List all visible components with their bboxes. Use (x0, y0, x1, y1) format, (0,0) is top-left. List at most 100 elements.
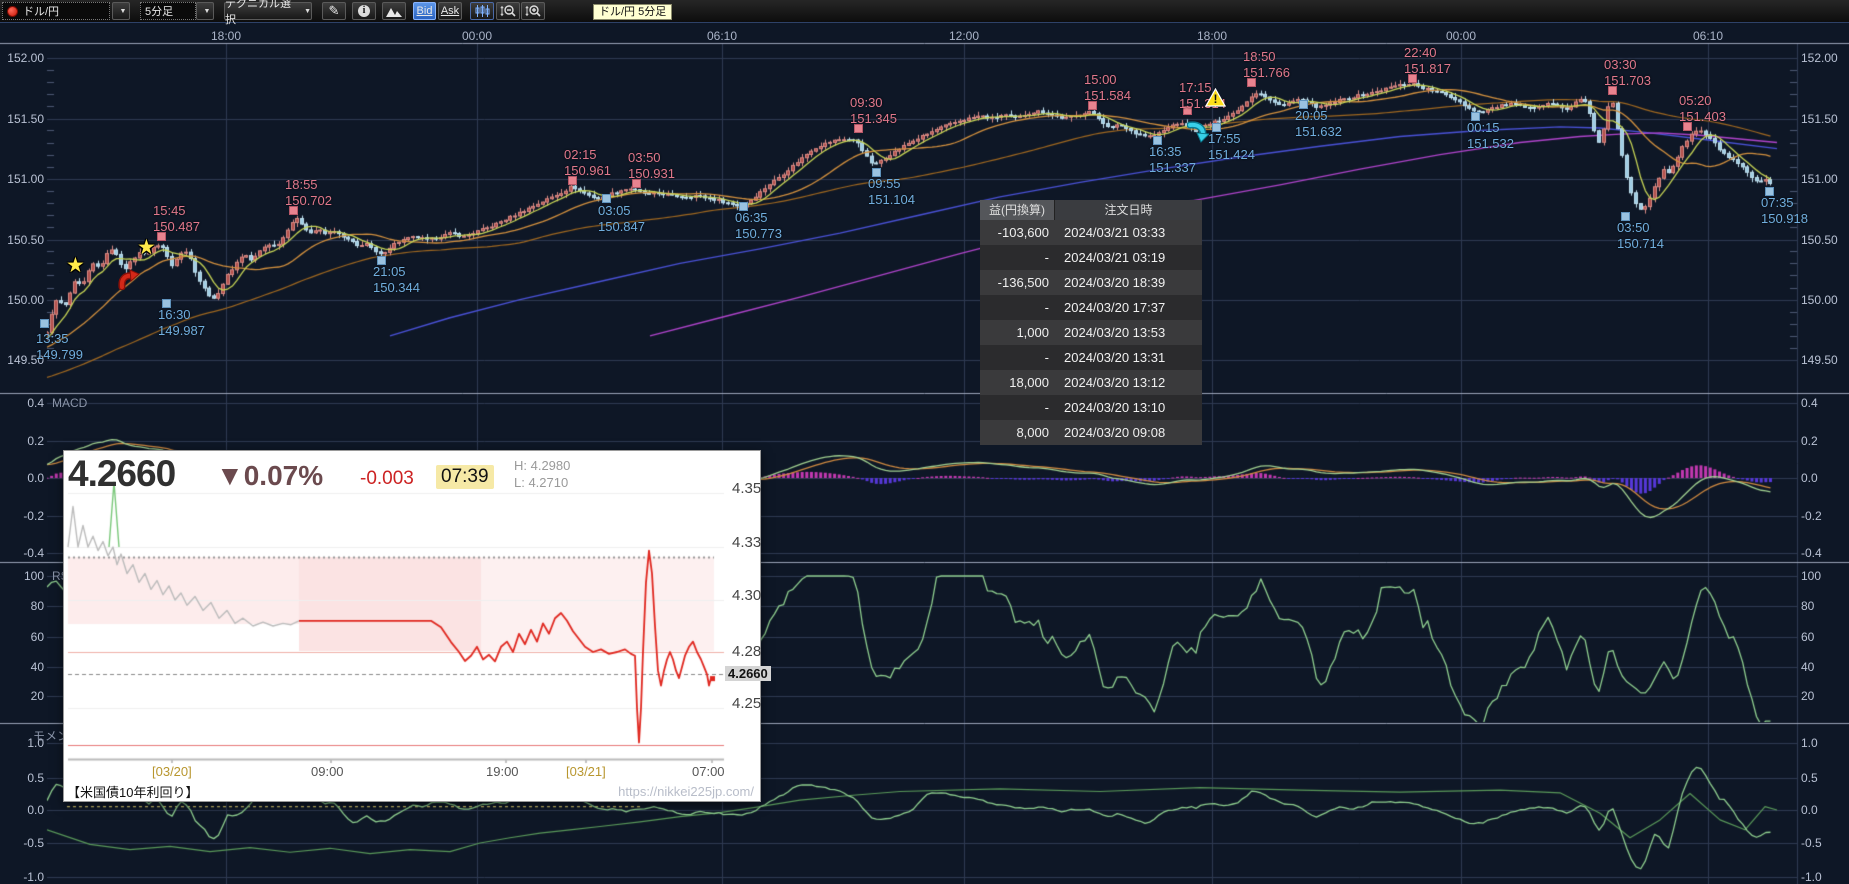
chevron-down-icon: ▼ (204, 8, 211, 15)
zoom-in-button[interactable] (521, 2, 545, 20)
macd-axis-label-right: 0.0 (1801, 471, 1818, 485)
annotation-time: 06:35 (735, 210, 782, 226)
order-row[interactable]: -2024/03/21 03:19 (980, 245, 1202, 270)
macd-axis-label-right: 0.4 (1801, 396, 1818, 410)
treasury-x-axis-label: [03/21] (566, 764, 606, 779)
bid-toggle-button[interactable]: Bid (413, 2, 436, 20)
info-button[interactable]: i (352, 2, 376, 20)
annotation-time: 02:15 (564, 147, 611, 163)
mountain-icon (386, 6, 402, 17)
zoom-out-button[interactable] (496, 2, 520, 20)
momentum-axis-label-right: 1.0 (1801, 736, 1818, 750)
annotation-price: 151.584 (1084, 88, 1131, 104)
area-chart-button[interactable] (382, 2, 406, 20)
order-row[interactable]: -2024/03/20 17:37 (980, 295, 1202, 320)
trade-annotation: 22:40151.817 (1404, 45, 1451, 77)
time-axis-label: 00:00 (1437, 29, 1485, 43)
orders-table-header: 益(円換算) 注文日時 (980, 200, 1202, 220)
annotation-price: 150.961 (564, 163, 611, 179)
macd-axis-label-left: 0.4 (0, 396, 44, 410)
annotation-price: 151.703 (1604, 73, 1651, 89)
annotation-time: 03:50 (628, 150, 675, 166)
annotation-time: 17:55 (1208, 131, 1255, 147)
annotation-time: 13:35 (36, 331, 83, 347)
trade-annotation: 03:50150.931 (628, 150, 675, 182)
trade-annotation: 07:35150.918 (1761, 195, 1808, 227)
treasury-x-axis-label: 09:00 (311, 764, 344, 779)
chart-type-button[interactable] (470, 2, 494, 20)
treasury-price: 4.2660 (68, 453, 175, 495)
macd-panel-label: MACD (52, 396, 87, 410)
annotation-price: 150.487 (153, 219, 200, 235)
chart-tooltip: ドル/円 5分足 (593, 4, 672, 20)
trade-annotation: 02:15150.961 (564, 147, 611, 179)
order-datetime: 2024/03/21 03:33 (1055, 220, 1202, 245)
rsi-axis-label-right: 40 (1801, 660, 1814, 674)
treasury-chart-canvas (64, 451, 760, 801)
annotation-time: 22:40 (1404, 45, 1451, 61)
orders-col-datetime-header: 注文日時 (1055, 200, 1202, 220)
order-profit: - (980, 395, 1055, 420)
pair-dropdown-button[interactable]: ▼ (112, 2, 130, 20)
macd-axis-label-right: -0.2 (1801, 509, 1822, 523)
time-axis-label: 00:00 (453, 29, 501, 43)
macd-axis-label-left: -0.2 (0, 509, 44, 523)
order-profit: -103,600 (980, 220, 1055, 245)
order-row[interactable]: -2024/03/20 13:31 (980, 345, 1202, 370)
price-axis-label-right: 151.50 (1801, 112, 1838, 126)
treasury-low: L: 4.2710 (514, 474, 570, 491)
buy-marker (602, 194, 611, 203)
annotation-price: 151.817 (1404, 61, 1451, 77)
technical-select-button[interactable]: テクニカル選択 ▼ (224, 2, 312, 20)
trade-annotation: 20:05151.632 (1295, 108, 1342, 140)
chevron-down-icon: ▼ (120, 8, 127, 15)
order-row[interactable]: -136,5002024/03/20 18:39 (980, 270, 1202, 295)
order-row[interactable]: 8,0002024/03/20 09:08 (980, 420, 1202, 445)
timeframe-dropdown-button[interactable]: ▼ (196, 2, 214, 20)
annotation-time: 05:20 (1679, 93, 1726, 109)
warning-icon: ! (1205, 88, 1226, 112)
momentum-axis-label-left: -0.5 (0, 836, 44, 850)
treasury-x-axis-label: [03/20] (152, 764, 192, 779)
order-profit: -136,500 (980, 270, 1055, 295)
order-datetime: 2024/03/20 18:39 (1055, 270, 1202, 295)
star-icon: ★ (66, 256, 85, 277)
rsi-axis-label-right: 60 (1801, 630, 1814, 644)
order-row[interactable]: -103,6002024/03/21 03:33 (980, 220, 1202, 245)
order-row[interactable]: -2024/03/20 13:10 (980, 395, 1202, 420)
price-axis-label-right: 152.00 (1801, 51, 1838, 65)
momentum-axis-label-right: -0.5 (1801, 836, 1822, 850)
annotation-price: 151.337 (1149, 160, 1196, 176)
orders-table: 益(円換算) 注文日時 -103,6002024/03/21 03:33-202… (980, 200, 1202, 445)
pair-select-label: ドル/円 (23, 3, 59, 19)
order-row[interactable]: 1,0002024/03/20 13:53 (980, 320, 1202, 345)
momentum-axis-label-left: -1.0 (0, 870, 44, 884)
momentum-axis-label-left: 0.0 (0, 803, 44, 817)
annotation-time: 03:50 (1617, 220, 1664, 236)
treasury-y-axis-label: 4.30 (732, 587, 776, 604)
chevron-down-icon: ▼ (304, 8, 311, 15)
timeframe-select[interactable]: 5分足 (140, 2, 196, 20)
annotation-time: 15:45 (153, 203, 200, 219)
svg-text:!: ! (1214, 92, 1218, 106)
annotation-time: 03:05 (598, 203, 645, 219)
ask-toggle-button[interactable]: Ask (438, 2, 462, 20)
time-axis-label: 06:10 (1684, 29, 1732, 43)
draw-tool-button[interactable]: ✎ (322, 2, 346, 20)
pair-select[interactable]: ドル/円 (2, 2, 110, 20)
ask-label: Ask (441, 5, 459, 17)
order-datetime: 2024/03/20 13:10 (1055, 395, 1202, 420)
rsi-axis-label-right: 80 (1801, 599, 1814, 613)
price-axis-label-left: 152.00 (0, 51, 44, 65)
annotation-price: 151.424 (1208, 147, 1255, 163)
order-datetime: 2024/03/20 09:08 (1055, 420, 1202, 445)
order-row[interactable]: 18,0002024/03/20 13:12 (980, 370, 1202, 395)
bid-label: Bid (417, 5, 433, 17)
macd-axis-label-right: -0.4 (1801, 546, 1822, 560)
annotation-time: 15:00 (1084, 72, 1131, 88)
treasury-time-badge: 07:39 (436, 465, 494, 489)
annotation-time: 18:50 (1243, 49, 1290, 65)
trade-annotation: 03:30151.703 (1604, 57, 1651, 89)
info-circle-icon: i (358, 5, 370, 17)
annotation-time: 09:30 (850, 95, 897, 111)
